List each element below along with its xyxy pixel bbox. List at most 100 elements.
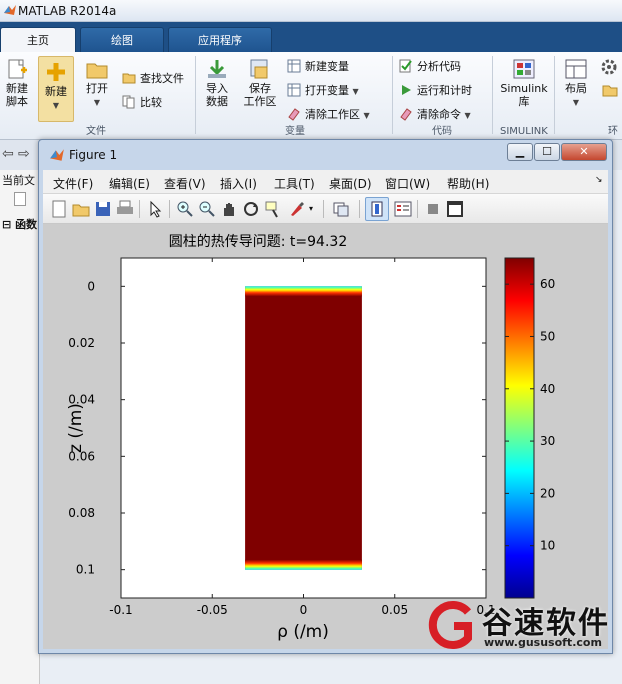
x-axis-label: ρ (/m) <box>277 622 329 642</box>
find-files-button[interactable]: 查找文件 <box>122 70 184 86</box>
x-tick-label: -0.05 <box>197 603 228 617</box>
colorbar-tick-label: 60 <box>540 277 555 291</box>
minimize-button[interactable]: ▁ <box>507 143 533 161</box>
caret-icon: ▼ <box>464 111 471 120</box>
find-files-icon <box>122 73 136 84</box>
file-icon <box>14 192 26 206</box>
menu-file[interactable]: 文件(F) <box>53 175 93 192</box>
new-button[interactable]: 新建 ▼ <box>38 56 74 122</box>
functions-text: 函数 <box>15 218 38 231</box>
brush-dropdown-caret-icon[interactable]: ▾ <box>309 204 313 213</box>
import-data-button[interactable]: 导入 数据 <box>200 58 234 108</box>
open-button[interactable]: 打开 ▼ <box>80 58 114 109</box>
brush-icon[interactable] <box>287 199 307 219</box>
hide-tools-icon[interactable] <box>423 199 443 219</box>
toolbar-separator <box>359 200 360 218</box>
simulink-library-button[interactable]: Simulink 库 <box>498 58 550 108</box>
figure-toolbar: ▾ <box>43 194 608 224</box>
link-icon[interactable] <box>331 199 351 219</box>
compare-icon <box>122 95 135 109</box>
legend-icon[interactable] <box>393 199 413 219</box>
heat-field-top-edge <box>245 286 362 297</box>
separator <box>492 56 493 134</box>
menu-window[interactable]: 窗口(W) <box>385 175 430 192</box>
current-folder-label: 当前文 <box>2 174 35 187</box>
clear-workspace-icon <box>288 108 300 121</box>
menu-tools[interactable]: 工具(T) <box>274 175 315 192</box>
x-tick-label: 0.05 <box>381 603 408 617</box>
colorbar-tick-label: 30 <box>540 434 555 448</box>
gear-icon[interactable] <box>600 58 618 76</box>
menu-desktop[interactable]: 桌面(D) <box>329 175 372 192</box>
main-titlebar: MATLAB R2014a <box>0 0 622 22</box>
figure-window: Figure 1 ▁ ☐ ✕ 文件(F) 编辑(E) 查看(V) 插入(I) 工… <box>38 139 613 654</box>
y-tick-label: 0 <box>87 279 95 293</box>
collapse-icon[interactable]: ⊟ <box>2 218 11 231</box>
show-tools-icon[interactable] <box>445 199 465 219</box>
tab-home[interactable]: 主页 <box>0 27 76 52</box>
compare-button[interactable]: 比较 <box>122 94 162 110</box>
save-workspace-button[interactable]: 保存 工作区 <box>240 58 280 108</box>
colorbar-tick-label: 40 <box>540 382 555 396</box>
clear-workspace-button[interactable]: 清除工作区 ▼ <box>287 106 370 122</box>
pointer-icon[interactable] <box>145 199 165 219</box>
tab-apps[interactable]: 应用程序 <box>168 27 272 52</box>
analyze-icon <box>399 59 412 73</box>
figure-title: Figure 1 <box>69 148 118 162</box>
menu-help[interactable]: 帮助(H) <box>447 175 489 192</box>
group-file-label: 文件 <box>86 126 106 137</box>
run-time-label: 运行和计时 <box>417 84 472 97</box>
heat-plot[interactable]: 圆柱的热传导问题: t=94.32 -0.1 -0.05 0 0.05 0.1 0 0.0… <box>43 224 608 649</box>
menu-insert[interactable]: 插入(I) <box>220 175 257 192</box>
app-title: MATLAB R2014a <box>18 4 117 18</box>
menu-view[interactable]: 查看(V) <box>164 175 206 192</box>
menu-dock-arrow-icon[interactable]: ↘ <box>595 175 603 185</box>
analyze-code-button[interactable]: 分析代码 <box>399 58 461 74</box>
new-script-label: 新建 脚本 <box>6 82 28 108</box>
ribbon: 新建 脚本 新建 ▼ 打开 ▼ 查找文件 比较 文件 导入 数据 保存 工作区 新建… <box>0 52 622 140</box>
rotate-icon[interactable] <box>241 199 261 219</box>
print-icon[interactable] <box>115 199 135 219</box>
tab-plots[interactable]: 绘图 <box>80 27 164 52</box>
folder-icon[interactable] <box>602 82 618 98</box>
y-tick-label: 0.1 <box>76 563 95 577</box>
open-variable-label: 打开变量 <box>305 84 349 97</box>
heat-field-interior <box>245 286 362 570</box>
save-icon[interactable] <box>93 199 113 219</box>
back-arrow-icon[interactable]: ⇦ <box>2 146 14 162</box>
plus-icon <box>47 63 65 81</box>
run-and-time-button[interactable]: 运行和计时 <box>399 82 472 98</box>
caret-icon: ▼ <box>352 87 359 96</box>
layout-button[interactable]: 布局 ▼ <box>560 58 592 109</box>
find-files-label: 查找文件 <box>140 72 184 85</box>
new-variable-icon <box>287 59 301 73</box>
current-folder-panel: 当前文 ⊟ 函数 <box>0 170 40 684</box>
zoom-out-icon[interactable] <box>197 199 217 219</box>
colorbar-toggle[interactable] <box>365 197 389 221</box>
pan-icon[interactable] <box>219 199 239 219</box>
analyze-label: 分析代码 <box>417 60 461 73</box>
close-button[interactable]: ✕ <box>561 143 607 161</box>
zoom-in-icon[interactable] <box>175 199 195 219</box>
new-variable-button[interactable]: 新建变量 <box>287 58 349 74</box>
colorbar-tick-label: 50 <box>540 329 555 343</box>
toolbar-separator <box>417 200 418 218</box>
data-cursor-icon[interactable] <box>263 199 283 219</box>
open-label: 打开 <box>86 82 108 95</box>
open-icon[interactable] <box>71 199 91 219</box>
caret-icon: ▼ <box>572 98 580 107</box>
colorbar[interactable] <box>504 257 535 599</box>
chart-title: 圆柱的热传导问题: t=94.32 <box>169 234 347 250</box>
colorbar-tick-label: 20 <box>540 486 555 500</box>
new-figure-icon[interactable] <box>49 199 69 219</box>
open-variable-button[interactable]: 打开变量 ▼ <box>287 82 359 98</box>
forward-arrow-icon[interactable]: ⇨ <box>18 146 30 162</box>
maximize-button[interactable]: ☐ <box>534 143 560 161</box>
new-label: 新建 <box>45 85 67 98</box>
layout-label: 布局 <box>565 82 587 95</box>
menu-edit[interactable]: 编辑(E) <box>109 175 150 192</box>
open-variable-icon <box>287 83 301 97</box>
brand-logo-icon <box>428 601 472 649</box>
new-script-button[interactable]: 新建 脚本 <box>2 58 32 108</box>
clear-commands-button[interactable]: 清除命令 ▼ <box>399 106 471 122</box>
